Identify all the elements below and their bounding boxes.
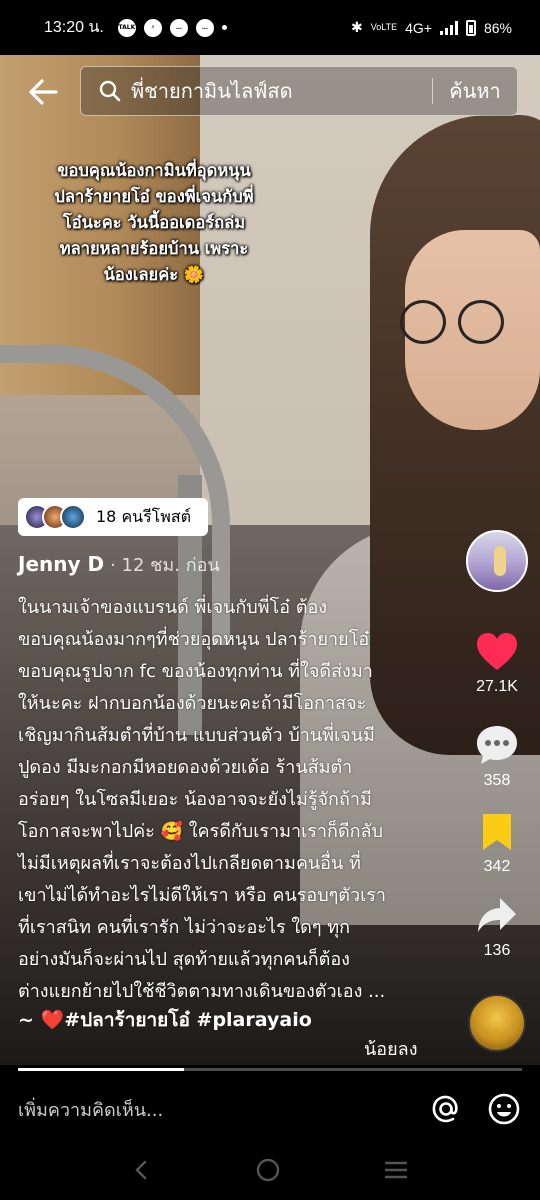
overlay-line: โอ๋นะคะ วันนี้ออเดอร์ถล่ม [62,213,246,232]
share-action[interactable]: 136 [465,896,529,960]
post-time: · 12 ชม. ก่อน [110,555,220,576]
repost-pill[interactable]: 18 คนรีโพสต์ [18,498,208,536]
talk-notification-icon: TALK [117,18,136,37]
caption-line: ต่างแยกย้ายไปใช้ชีวิตตามทางเดินของตัวเอง… [18,981,386,1002]
search-bar[interactable]: พี่ชายกามินไลฟ์สด ค้นหา [80,66,518,116]
nav-back-icon[interactable] [130,1158,154,1182]
search-input[interactable]: พี่ชายกามินไลฟ์สด [131,75,432,107]
caption-line: ที่เราสนิท คนที่เรารัก ไม่ว่าจะอะไร ใดๆ … [18,917,350,938]
system-nav-bar [0,1140,540,1200]
status-bar: 13:20 น. TALK ⚡ … … ✱ VoLTE 4G+ 86% [0,0,540,55]
back-arrow-icon[interactable] [26,74,62,110]
like-action[interactable]: 27.1K [465,632,529,696]
overlay-line: ทลายหลายร้อยบ้าน เพราะ [59,239,249,258]
caption-line: ให้นะคะ ฝากบอกน้องด้วยนะคะถ้ามีโอกาสจะ [18,693,367,714]
comment-bar: เพิ่มความคิดเห็น... [0,1078,540,1140]
bluetooth-icon: ✱ [351,19,363,35]
video-person-glasses [400,300,520,350]
caption-line: ขอบคุณน้องมากๆที่ช่วยอุดหนุน ปลาร้ายายโอ… [18,629,370,650]
repost-avatar [60,504,86,530]
overlay-line: น้องเลยค่ะ 🌼 [103,265,205,284]
video-progress-bar[interactable] [18,1068,522,1071]
hashtags[interactable]: ~ ❤️#ปลาร้ายายโอ๋ #plarayaio [18,1005,312,1035]
post-caption[interactable]: ในนามเจ้าของแบรนด์ พี่เจนกับพี่โอ๋ ต้อง … [18,592,438,1008]
overlay-line: ปลาร้ายายโอ๋ ของพี่เจนกับพี่ [54,187,254,206]
caption-line: เขาไม่ได้ทำอะไรไม่ดีให้เรา หรือ คนรอบๆตั… [18,885,387,906]
music-disc[interactable] [468,994,526,1052]
comment-input[interactable]: เพิ่มความคิดเห็น... [18,1095,406,1124]
chat-notification-icon: … [169,18,188,37]
comment-icon[interactable] [475,724,519,766]
search-button[interactable]: ค้นหา [433,75,517,107]
heart-icon[interactable] [475,632,519,672]
messenger-notification-icon: ⚡ [143,18,162,37]
caption-line: ในนามเจ้าของแบรนด์ พี่เจนกับพี่โอ๋ ต้อง [18,597,328,618]
caption-line: ขอบคุณรูปจาก fc ของน้องทุกท่าน ที่ใจดีส่… [18,661,373,682]
caption-line: อร่อยๆ ในโซลมีเยอะ น้องอาจจะยังไม่รู้จัก… [18,789,372,810]
video-text-overlay: ขอบคุณน้องกามินที่อุดหนุน ปลาร้ายายโอ๋ ข… [18,158,290,288]
comment-action[interactable]: 358 [465,724,529,790]
chat-notification-icon-2: … [195,18,214,37]
more-notifications-icon [221,25,227,30]
at-icon[interactable] [428,1091,464,1127]
comment-count: 358 [483,772,511,789]
repost-count-label: 18 คนรีโพสต์ [96,506,191,526]
overlay-line: ขอบคุณน้องกามินที่อุดหนุน [57,161,251,180]
search-icon [99,80,121,102]
status-time: 13:20 น. [44,19,104,36]
author-row[interactable]: Jenny D · 12 ชม. ก่อน [18,550,220,579]
caption-line: เชิญมากินส้มตำที่บ้าน แบบส่วนตัว บ้านพี่… [18,725,375,746]
battery-level: 86% [483,19,512,36]
like-count: 27.1K [476,678,518,695]
see-less-link[interactable]: น้อยลง [364,1034,417,1063]
share-count: 136 [483,942,511,959]
creator-avatar[interactable] [466,530,528,592]
signal-icon [439,20,458,35]
author-name[interactable]: Jenny D [18,552,104,576]
caption-line: อย่างมันก็จะผ่านไป สุดท้ายแล้วทุกคนก็ต้อ… [18,949,350,970]
caption-line: ไม่มีเหตุผลที่เราจะต้องไปเกลียดตามคนอื่น… [18,853,361,874]
share-icon[interactable] [476,896,518,936]
save-action[interactable]: 342 [465,812,529,876]
battery-icon [465,19,476,36]
caption-line: ปูดอง มีมะกอกมีหอยดองด้วยเด้อ ร้านส้มตำ [18,757,353,778]
emoji-icon[interactable] [486,1091,522,1127]
save-count: 342 [483,858,511,875]
nav-home-icon[interactable] [254,1156,282,1184]
network-type: 4G+ [405,19,432,36]
caption-line: โอกาสจะพาไปค่ะ 🥰 ใครดีกับเรามาเราก็ดีกลั… [18,821,383,842]
video-progress-fill [18,1068,185,1071]
volte-icon: VoLTE [370,22,398,32]
bookmark-icon[interactable] [479,812,515,852]
nav-recents-icon[interactable] [382,1158,410,1182]
